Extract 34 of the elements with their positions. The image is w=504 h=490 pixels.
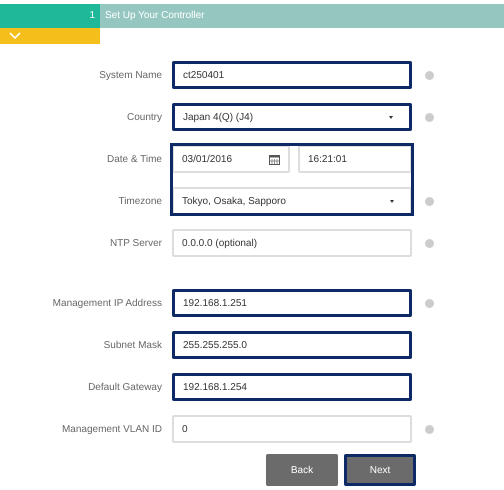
input-field[interactable]: 192.168.1.254 xyxy=(172,373,412,401)
help-icon[interactable] xyxy=(424,196,434,206)
field-label: Country xyxy=(126,112,163,122)
caret-icon xyxy=(389,116,393,118)
input-field[interactable]: ct250401 xyxy=(172,61,412,89)
step-number: 1 xyxy=(0,4,100,28)
help-icon[interactable] xyxy=(424,238,434,248)
field-label: NTP Server xyxy=(108,238,163,248)
field-label: Default Gateway xyxy=(87,382,163,392)
help-icon[interactable] xyxy=(424,70,434,80)
step-title: Set Up Your Controller xyxy=(100,4,504,28)
date-field[interactable]: 03/01/2016 xyxy=(172,145,290,173)
time-field[interactable]: 16:21:01 xyxy=(298,145,412,173)
input-field[interactable]: 0.0.0.0 (optional) xyxy=(172,229,412,257)
chevron-icon xyxy=(9,32,21,40)
input-field[interactable]: 192.168.1.251 xyxy=(172,289,412,317)
dropdown[interactable]: Japan 4(Q) (J4) xyxy=(172,103,412,131)
help-icon[interactable] xyxy=(424,112,434,122)
field-label: Timezone xyxy=(117,196,163,206)
field-label: Management VLAN ID xyxy=(60,424,163,434)
caret-icon xyxy=(390,200,394,202)
help-icon[interactable] xyxy=(424,298,434,308)
dropdown[interactable]: Tokyo, Osaka, Sapporo xyxy=(172,187,412,215)
wizard-button[interactable]: Back xyxy=(266,454,338,486)
collapse-toggle[interactable] xyxy=(0,28,100,44)
field-label: Date & Time xyxy=(106,154,163,164)
field-label: System Name xyxy=(98,70,163,80)
input-field[interactable]: 0 xyxy=(172,415,412,443)
wizard-button[interactable]: Next xyxy=(344,454,416,486)
help-icon[interactable] xyxy=(424,424,434,434)
field-label: Management IP Address xyxy=(52,298,163,308)
input-field[interactable]: 255.255.255.0 xyxy=(172,331,412,359)
calendar-icon[interactable] xyxy=(269,154,280,164)
field-label: Subnet Mask xyxy=(102,340,163,350)
